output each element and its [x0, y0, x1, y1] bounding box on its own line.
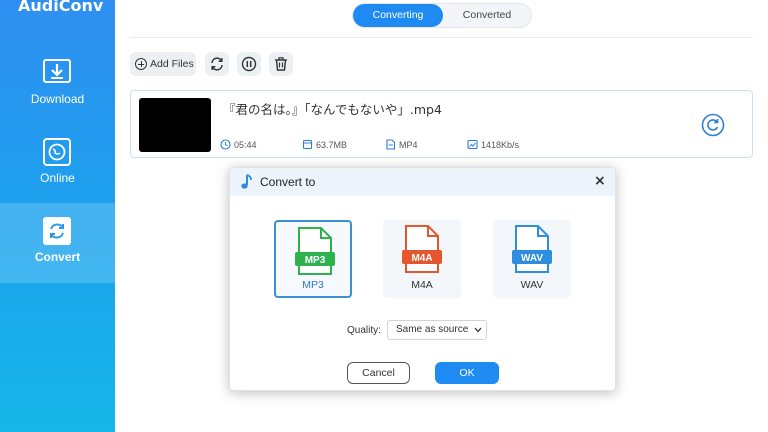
convert-file-icon[interactable]	[701, 113, 725, 137]
sidebar-item-label: Convert	[34, 250, 81, 264]
globe-icon	[43, 138, 71, 166]
dialog-header: Convert to ×	[230, 168, 615, 196]
sidebar-item-label: Download	[30, 92, 85, 106]
file-name: 『君の名は。』「なんでもないや」.mp4	[223, 102, 442, 117]
refresh-button[interactable]	[205, 52, 229, 76]
format-label: WAV	[520, 279, 544, 291]
duration-value: 05:44	[234, 140, 257, 150]
file-size-icon	[302, 139, 313, 150]
m4a-file-icon: M4A	[402, 225, 442, 273]
video-thumbnail	[139, 98, 211, 152]
ok-button[interactable]: OK	[435, 362, 499, 384]
bitrate-value: 1418Kb/s	[481, 140, 520, 150]
quality-select[interactable]: Same as source	[387, 320, 487, 340]
dialog-title: Convert to	[260, 175, 316, 189]
format-label: MP3	[302, 279, 324, 291]
plus-circle-icon	[135, 58, 147, 70]
pause-button[interactable]	[237, 52, 261, 76]
quality-label: Quality:	[347, 325, 381, 336]
sidebar-item-convert[interactable]: Convert	[0, 203, 115, 283]
mp3-file-icon: MP3	[295, 227, 335, 275]
download-icon	[43, 59, 71, 83]
pause-icon	[241, 56, 257, 72]
status-tabs: Converting Converted	[352, 3, 532, 28]
convert-icon	[43, 217, 71, 245]
format-option-m4a[interactable]: M4A M4A	[383, 220, 461, 298]
delete-button[interactable]	[269, 52, 293, 76]
bitrate-icon	[467, 139, 478, 150]
add-files-button[interactable]: Add Files	[130, 52, 196, 76]
format-option-mp3[interactable]: MP3 MP3	[274, 220, 352, 298]
format-badge: M4A	[411, 253, 432, 264]
sidebar-item-label: Online	[40, 171, 75, 185]
size-value: 63.7MB	[316, 140, 348, 150]
quality-value: Same as source	[396, 324, 469, 335]
trash-icon	[275, 57, 287, 71]
clock-icon	[220, 139, 231, 150]
format-option-wav[interactable]: WAV WAV	[493, 220, 571, 298]
chevron-down-icon	[474, 327, 482, 333]
app-title: AudiConv	[18, 0, 104, 15]
format-label: M4A	[411, 279, 433, 291]
refresh-icon	[211, 57, 223, 71]
sidebar: AudiConv Download Online Convert	[0, 0, 115, 432]
convert-dialog: Convert to × MP3 MP3 M4A M4A WAV WAV Qua…	[229, 167, 616, 391]
file-row[interactable]: 『君の名は。』「なんでもないや」.mp4 05:44 63.7MB MP4 14…	[130, 90, 753, 158]
format-badge: WAV	[521, 253, 543, 264]
format-value: MP4	[399, 140, 418, 150]
add-files-label: Add Files	[150, 58, 194, 70]
wav-file-icon: WAV	[512, 225, 552, 273]
music-note-icon	[241, 174, 252, 189]
cancel-button[interactable]: Cancel	[347, 362, 410, 384]
tab-converting[interactable]: Converting	[353, 4, 443, 27]
header-divider	[130, 37, 753, 38]
file-format-icon	[386, 139, 396, 150]
close-icon[interactable]: ×	[594, 173, 606, 189]
format-badge: MP3	[305, 255, 326, 266]
sidebar-item-download[interactable]: Download	[0, 55, 115, 135]
tab-converted[interactable]: Converted	[443, 4, 531, 27]
